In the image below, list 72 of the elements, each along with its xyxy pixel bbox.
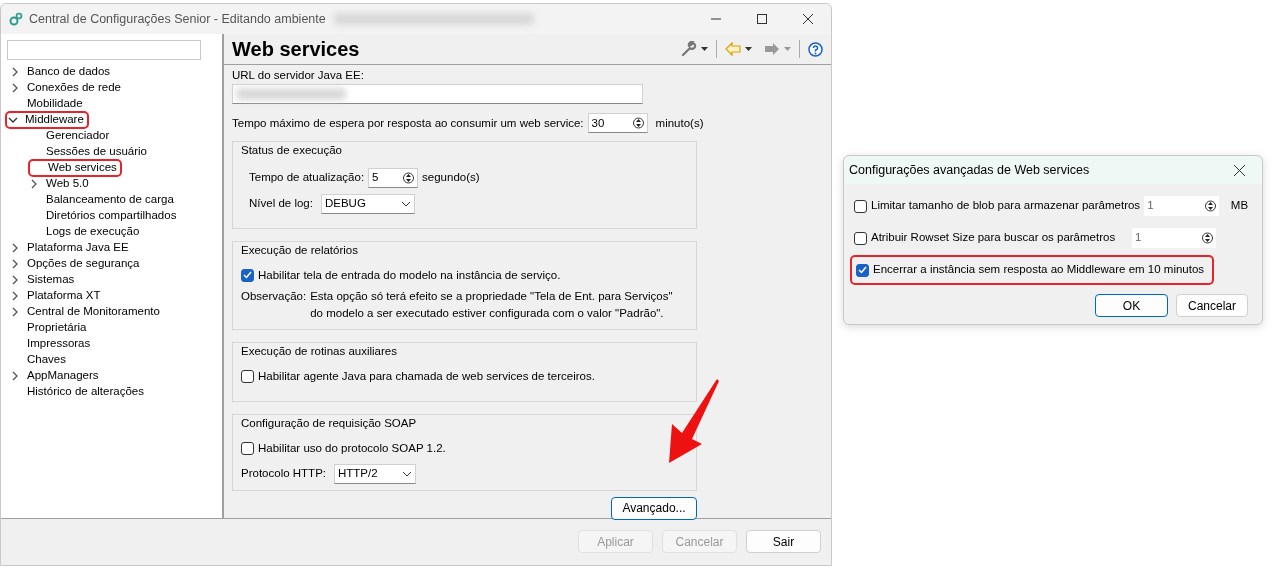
number-field[interactable]: 1: [1132, 228, 1216, 248]
tree-item[interactable]: Web 5.0: [46, 175, 89, 193]
tree-item[interactable]: Proprietária: [27, 319, 87, 337]
tree-item[interactable]: Web services: [48, 159, 117, 177]
tree-item[interactable]: Logs de execução: [46, 223, 140, 241]
unit-label: segundo(s): [422, 169, 480, 185]
tree-item[interactable]: Central de Monitoramento: [27, 303, 160, 321]
checkbox[interactable]: [241, 268, 254, 282]
close-icon: [1233, 164, 1245, 176]
url-field[interactable]: [232, 84, 643, 105]
tree-item[interactable]: Sistemas: [27, 271, 75, 289]
caret-icon[interactable]: [701, 47, 708, 51]
tree-item[interactable]: Banco de dados: [27, 63, 111, 81]
field-label: URL do servidor Java EE:: [232, 68, 365, 83]
tree-item[interactable]: Gerenciador: [46, 127, 110, 145]
number-field[interactable]: 30: [587, 113, 648, 134]
field-label: Tempo de atualização:: [249, 169, 365, 185]
spin-arrows-icon[interactable]: [1202, 231, 1213, 245]
checkbox[interactable]: [241, 369, 254, 383]
tree-item[interactable]: Balanceamento de carga: [46, 191, 174, 209]
note-label: Observação:: [241, 289, 307, 304]
window-title: Central de Configurações Senior - Editando ambiente: [29, 10, 326, 28]
dropdown[interactable]: DEBUG: [320, 193, 415, 214]
caret-icon[interactable]: [745, 47, 752, 51]
number-field[interactable]: 1: [1144, 196, 1219, 216]
field-label: Nível de log:: [249, 195, 313, 211]
unit-label: minuto(s): [655, 115, 704, 131]
unit-label: MB: [1230, 198, 1250, 214]
dropdown[interactable]: HTTP/2: [334, 463, 416, 484]
checkbox[interactable]: [854, 199, 867, 213]
checkbox[interactable]: [241, 442, 254, 456]
checkbox-label: Habilitar agente Java para chamada de web services de terceiros.: [258, 368, 595, 384]
dialog-title: Configurações avançadas de Web services: [849, 161, 1090, 179]
chevron-down-icon: [400, 200, 411, 207]
tree-item[interactable]: Diretórios compartilhados: [46, 207, 177, 225]
note-text: Esta opção só terá efeito se a propriedade "Tela de Ent. para Serviços" do modelo a ser executado estiver configurada com o valor "Padrão".: [310, 289, 673, 322]
checkbox-label: Habilitar uso do protocolo SOAP 1.2.: [258, 441, 446, 457]
maximize-icon: [757, 14, 767, 24]
dialog-button[interactable]: Cancelar: [1176, 294, 1248, 317]
dialog-button[interactable]: OK: [1095, 294, 1168, 317]
close-icon: [803, 14, 813, 24]
checkbox-label: Atribuir Rowset Size para buscar os parâmetros: [871, 230, 1116, 246]
checkbox[interactable]: [854, 231, 867, 245]
tree-item[interactable]: Sessões de usuário: [46, 143, 147, 161]
tree-item[interactable]: Opções de segurança: [27, 255, 140, 273]
tree-item[interactable]: Histórico de alterações: [27, 383, 144, 401]
number-field[interactable]: 5: [368, 167, 419, 188]
spin-arrows-icon[interactable]: [403, 170, 415, 185]
checkbox-label: Encerrar a instância sem resposta ao Middleware em 10 minutos: [873, 262, 1205, 278]
spin-arrows-icon[interactable]: [1204, 199, 1216, 213]
checkbox[interactable]: [856, 263, 869, 277]
tree-item[interactable]: Plataforma XT: [27, 287, 101, 305]
advanced-button[interactable]: Avançado...: [611, 496, 697, 520]
search-field[interactable]: [7, 40, 201, 60]
chevron-down-icon: [402, 470, 412, 477]
footer-button[interactable]: Sair: [746, 530, 821, 554]
tree-item[interactable]: Conexões de rede: [27, 79, 121, 97]
tree-item[interactable]: Chaves: [27, 351, 66, 369]
tree-item[interactable]: Plataforma Java EE: [27, 239, 129, 257]
spin-arrows-icon[interactable]: [632, 116, 644, 131]
checkbox-label: Habilitar tela de entrada do modelo na instância de serviço.: [258, 267, 561, 283]
tree-item[interactable]: AppManagers: [27, 367, 99, 385]
gears-icon: [9, 12, 23, 26]
tree-item[interactable]: Middleware: [25, 111, 84, 129]
field-label: Protocolo HTTP:: [241, 465, 326, 481]
tree-item[interactable]: Impressoras: [27, 335, 91, 353]
page-title: Web services: [232, 37, 361, 62]
help-icon[interactable]: [808, 41, 823, 57]
field-label: Tempo máximo de espera por resposta ao consumir um web service:: [232, 115, 584, 131]
checkbox-label: Limitar tamanho de blob para armazenar parâmetros: [871, 198, 1141, 214]
tree-item[interactable]: Mobilidade: [27, 95, 83, 113]
wrench-icon[interactable]: [681, 41, 697, 57]
